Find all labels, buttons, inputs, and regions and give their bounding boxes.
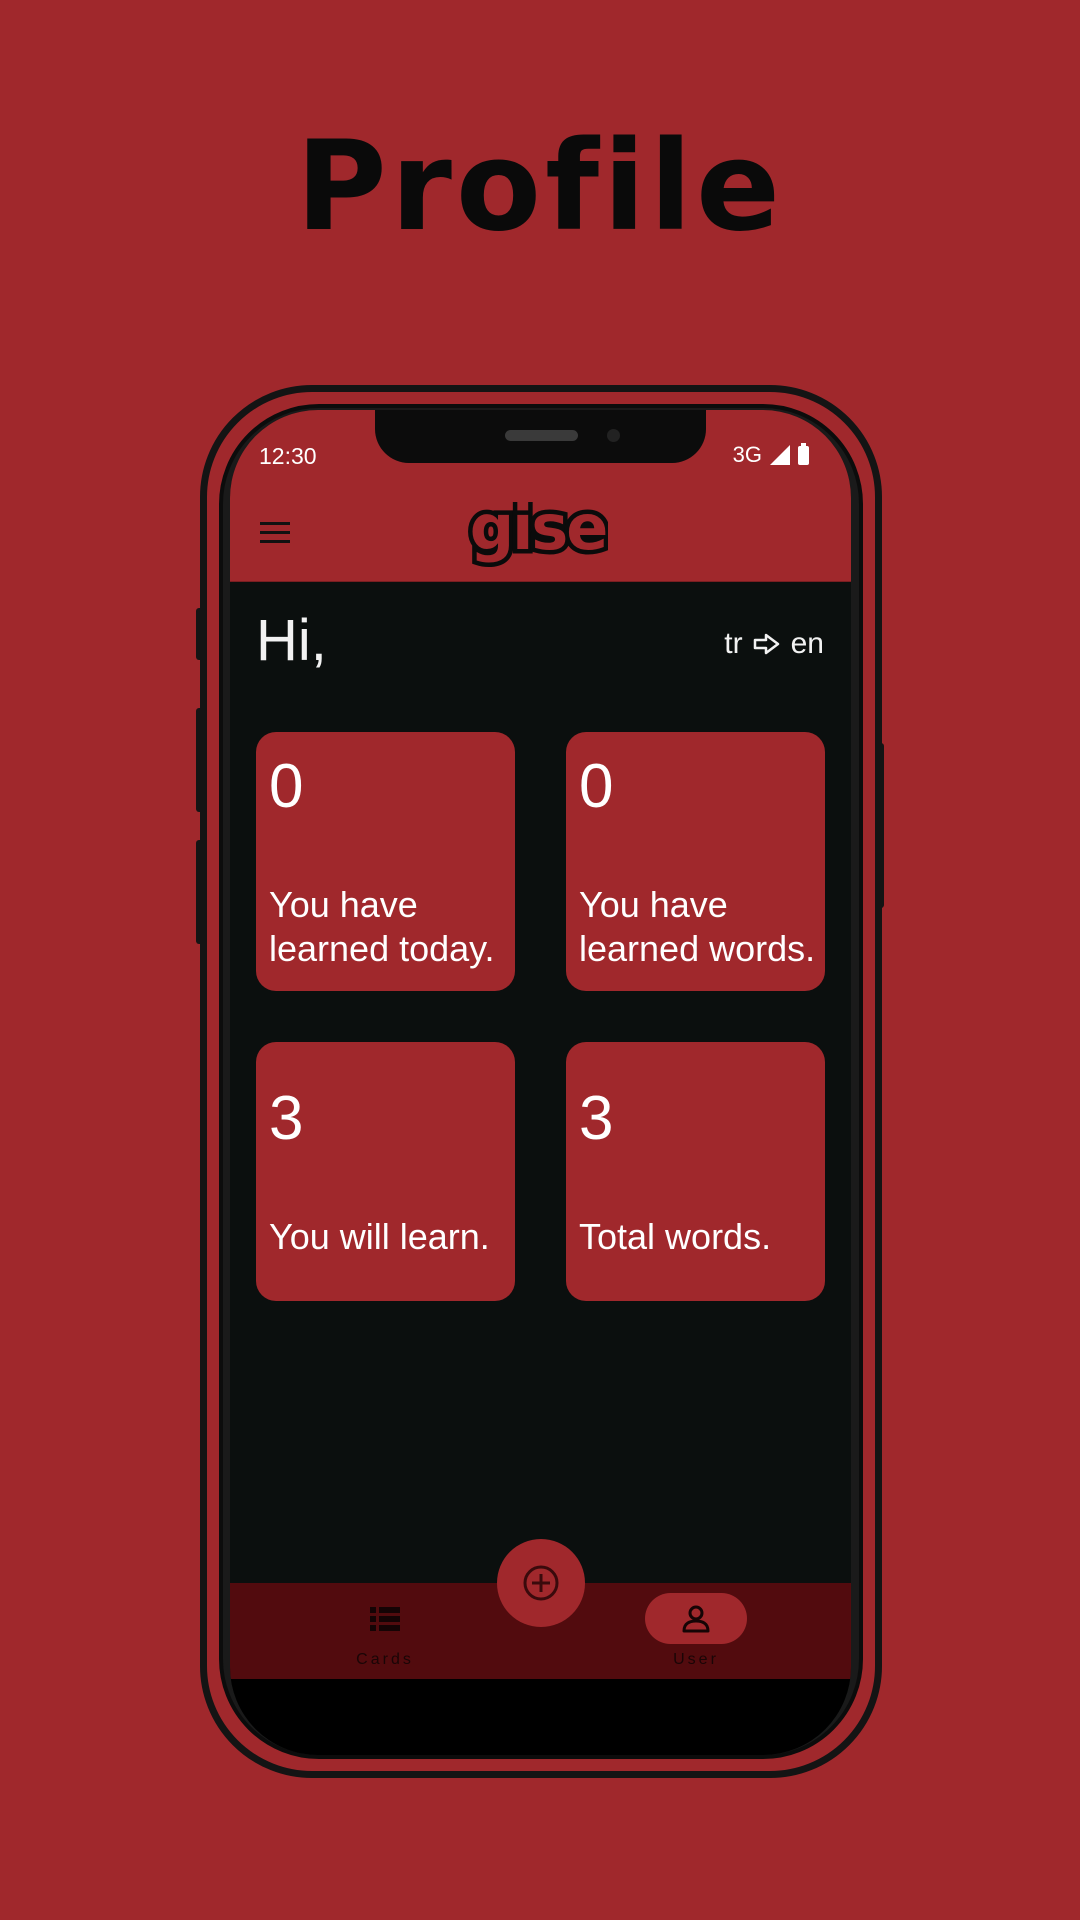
system-navigation-area xyxy=(230,1679,851,1755)
person-icon xyxy=(682,1605,710,1633)
nav-label-user: User xyxy=(673,1651,719,1668)
stat-card-learned-today[interactable]: 0 You have learned today. xyxy=(256,732,515,991)
nav-label-cards: Cards xyxy=(356,1651,414,1668)
phone-volume-down-button xyxy=(196,840,203,944)
status-indicators: 3G xyxy=(733,442,809,468)
language-pair-selector[interactable]: tr en xyxy=(724,627,824,661)
stat-card-learned-words[interactable]: 0 You have learned words. xyxy=(566,732,825,991)
nav-item-cards[interactable]: Cards xyxy=(315,1583,455,1679)
stat-label: Total words. xyxy=(579,1216,772,1257)
target-language: en xyxy=(790,627,824,660)
phone-screen: 12:30 3G gise Hi, tr en 0 You have learn… xyxy=(230,410,851,1755)
speaker-grille xyxy=(505,430,578,441)
arrow-right-outline-icon xyxy=(753,633,779,655)
front-camera xyxy=(607,429,620,442)
nav-item-user[interactable]: User xyxy=(626,1583,766,1679)
stat-label: You will learn. xyxy=(269,1216,490,1257)
app-bar: gise xyxy=(230,490,851,582)
camera-notch xyxy=(375,410,706,463)
stat-label: You have learned words. xyxy=(579,884,816,969)
stat-value: 0 xyxy=(269,752,304,821)
stat-card-total-words[interactable]: 3 Total words. xyxy=(566,1042,825,1301)
list-icon xyxy=(370,1607,400,1631)
stat-value: 0 xyxy=(579,752,614,821)
status-time: 12:30 xyxy=(259,443,317,469)
stat-card-will-learn[interactable]: 3 You will learn. xyxy=(256,1042,515,1301)
hamburger-menu-icon[interactable] xyxy=(260,522,290,544)
phone-side-button xyxy=(196,608,203,660)
promo-title: Profile xyxy=(295,115,785,259)
battery-icon xyxy=(798,442,809,465)
app-logo: gise xyxy=(468,502,608,569)
source-language: tr xyxy=(724,627,743,660)
stat-value: 3 xyxy=(579,1084,614,1153)
phone-volume-up-button xyxy=(196,708,203,812)
network-type: 3G xyxy=(732,442,762,467)
stat-label: You have learned today. xyxy=(269,884,495,969)
stat-value: 3 xyxy=(269,1084,304,1153)
signal-icon xyxy=(770,445,790,465)
add-card-fab[interactable] xyxy=(497,1539,585,1627)
add-circle-icon xyxy=(523,1565,559,1601)
app-logo-text: gise xyxy=(470,502,607,564)
greeting-text: Hi, xyxy=(256,608,327,673)
phone-power-button xyxy=(877,743,884,908)
